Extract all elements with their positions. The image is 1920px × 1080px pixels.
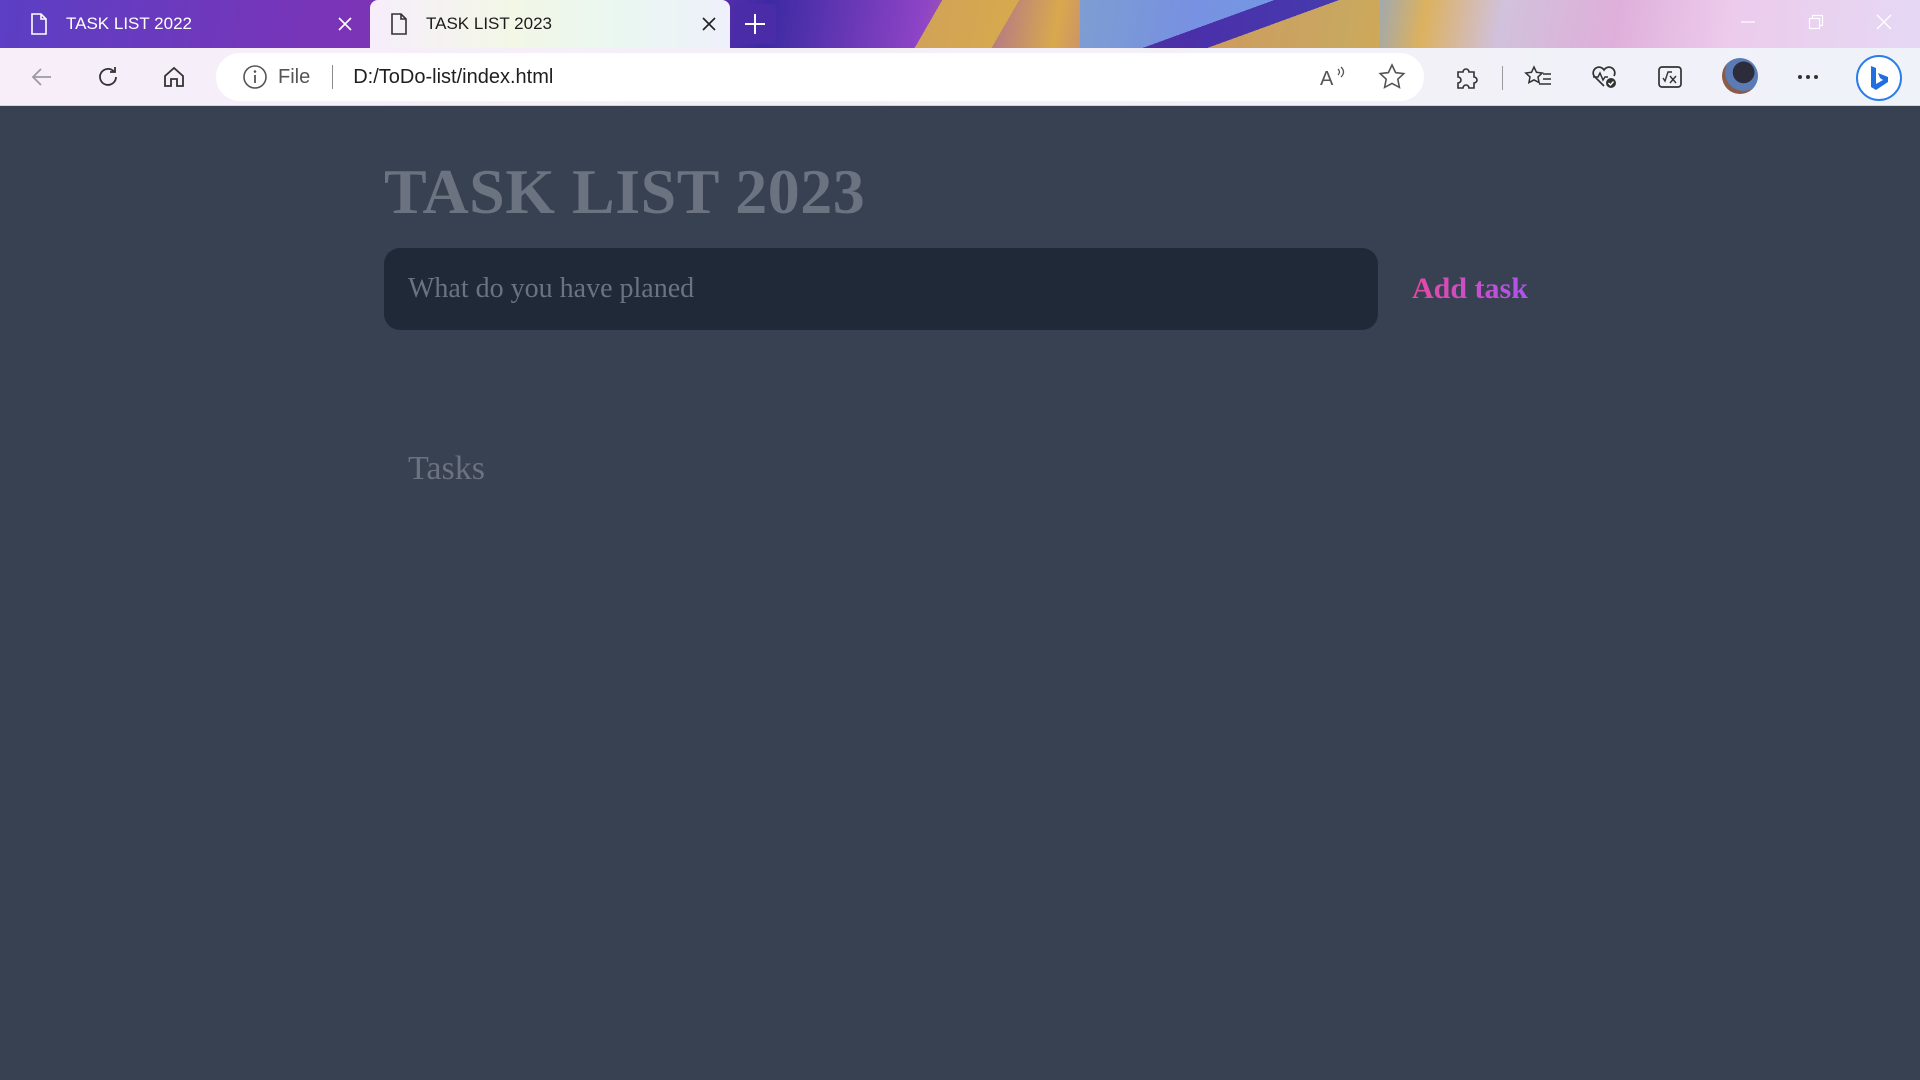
- browser-toolbar: File D:/ToDo-list/index.html A: [0, 48, 1920, 106]
- close-tab-icon[interactable]: [694, 9, 724, 39]
- svg-text:A: A: [1320, 68, 1334, 90]
- more-button[interactable]: [1790, 59, 1826, 95]
- profile-avatar[interactable]: [1722, 58, 1758, 94]
- address-divider: [332, 65, 334, 89]
- page-viewport: TASK LIST 2023 Add task Tasks: [0, 107, 1920, 1080]
- close-tab-icon[interactable]: [330, 9, 360, 39]
- url-text[interactable]: D:/ToDo-list/index.html: [353, 66, 553, 89]
- tab-title: TASK LIST 2023: [426, 14, 552, 33]
- info-icon[interactable]: [242, 64, 268, 90]
- browser-essentials-icon: [1592, 66, 1616, 88]
- back-button[interactable]: [24, 59, 60, 95]
- browser-essentials-button[interactable]: [1586, 59, 1622, 95]
- home-button[interactable]: [156, 59, 192, 95]
- plus-icon: [745, 14, 765, 34]
- scheme-label: File: [278, 65, 311, 88]
- extensions-button[interactable]: [1448, 59, 1484, 95]
- math-solver-icon: [1658, 66, 1682, 88]
- tab-strip: TASK LIST 2022 TASK LIST 2023: [0, 0, 1920, 48]
- tab-task-list-2023[interactable]: TASK LIST 2023: [370, 0, 730, 48]
- close-window-button[interactable]: [1854, 0, 1914, 44]
- read-aloud-icon: A: [1320, 66, 1345, 90]
- document-icon: [31, 13, 47, 35]
- puzzle-icon: [1457, 68, 1478, 89]
- star-icon: [1378, 63, 1406, 89]
- task-input[interactable]: [384, 248, 1378, 330]
- tasks-heading: Tasks: [408, 450, 485, 487]
- favorite-button[interactable]: [1374, 59, 1410, 100]
- minimize-button[interactable]: [1718, 0, 1778, 44]
- math-solver-button[interactable]: [1652, 59, 1688, 95]
- page-title: TASK LIST 2023: [384, 156, 866, 227]
- home-icon: [164, 66, 184, 87]
- copilot-button[interactable]: [1856, 55, 1902, 101]
- add-task-button[interactable]: Add task: [1398, 267, 1542, 311]
- refresh-icon: [99, 67, 117, 86]
- document-icon: [391, 13, 407, 35]
- tab-task-list-2022[interactable]: TASK LIST 2022: [10, 0, 366, 48]
- minimize-icon: [1741, 21, 1755, 23]
- bing-copilot-icon: [1871, 66, 1888, 90]
- back-arrow-icon: [31, 68, 51, 86]
- restore-icon: [1808, 14, 1824, 30]
- more-icon: [1798, 75, 1818, 79]
- favorites-list-icon: [1524, 65, 1551, 85]
- refresh-button[interactable]: [90, 59, 126, 95]
- read-aloud-button[interactable]: A: [1314, 59, 1350, 100]
- restore-button[interactable]: [1786, 0, 1846, 44]
- address-bar[interactable]: File D:/ToDo-list/index.html A: [216, 53, 1424, 101]
- favorites-button[interactable]: [1520, 59, 1556, 95]
- tab-title: TASK LIST 2022: [66, 14, 192, 33]
- toolbar-divider: [1502, 66, 1503, 90]
- close-icon: [1876, 14, 1892, 30]
- new-tab-button[interactable]: [734, 4, 776, 44]
